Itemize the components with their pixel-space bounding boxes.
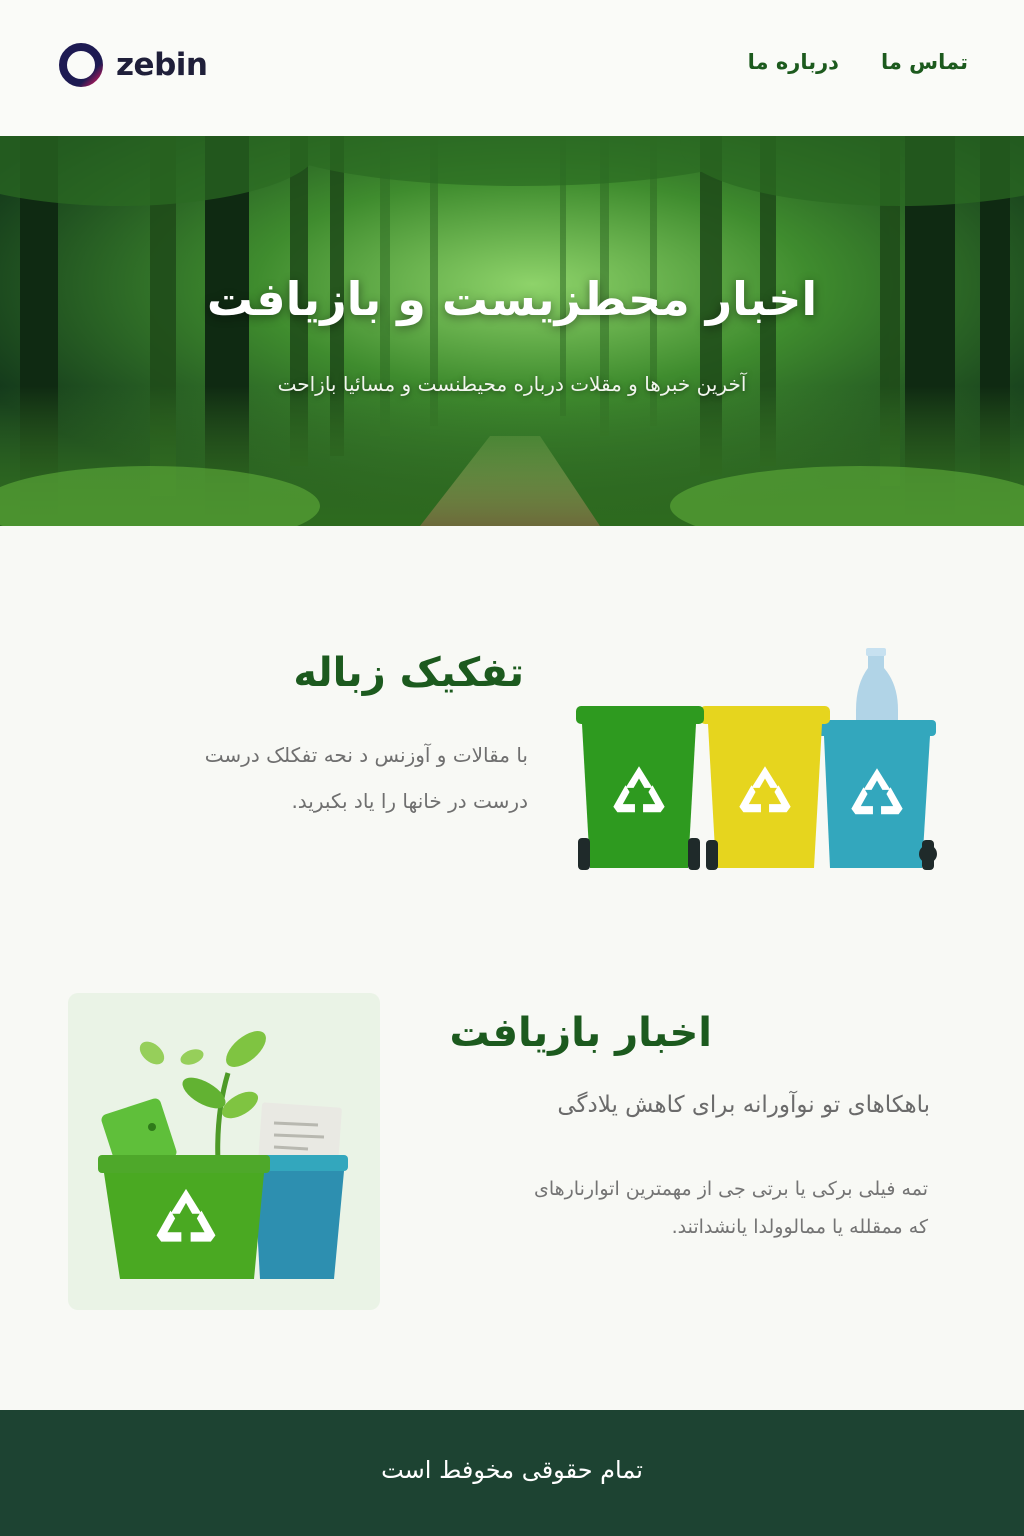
main-nav: تماس ما درباره ما (748, 50, 968, 74)
forest-background-image (0, 136, 1024, 526)
logo-link[interactable]: zebin (56, 40, 208, 90)
recycling-news-line-1: تمه فیلی برکی یا برتی جی از مهمترین اتوا… (533, 1178, 928, 1200)
footer-copyright: تمام حقوقی مخوفط است (381, 1456, 643, 1484)
nav-about-link[interactable]: درباره ما (748, 50, 839, 74)
sorting-description: با مقالات و آوزنس د نحه تفکلک درست درست … (108, 732, 528, 824)
recycling-news-title: اخبار بازیافت (449, 1010, 712, 1056)
site-header: zebin تماس ما درباره ما (0, 0, 1024, 136)
recycling-illustration-card (68, 993, 380, 1310)
hero-subtitle: آخرین خبرها و مقلات درباره محیطنست و مسا… (277, 372, 747, 396)
logo-text: zebin (116, 47, 208, 83)
site-footer: تمام حقوقی مخوفط است (0, 1410, 1024, 1536)
recycling-news-line-2: که ممقلله یا ممالوولدا یانشداتند. (671, 1216, 928, 1238)
hero-banner: اخبار محطزیست و بازیافت آخرین خبرها و مق… (0, 136, 1024, 526)
sorting-description-line-2: درست در خانها را یاد بکبرید. (291, 789, 528, 813)
nav-contact-link[interactable]: تماس ما (881, 50, 968, 74)
recycling-bins-icon (576, 648, 937, 870)
logo-ring-icon (59, 43, 103, 87)
recycling-news-description: تمه فیلی برکی یا برتی جی از مهمترین اتوا… (448, 1170, 928, 1246)
sorting-title: تفکیک زباله (293, 650, 524, 696)
recycling-news-subtitle: باهکاهای تو نوآورانه برای کاهش یلادگی (557, 1092, 930, 1118)
recycle-bin-plant-icon (98, 1031, 348, 1279)
hero-title: اخبار محطزیست و بازیافت (206, 272, 818, 326)
sorting-description-line-1: با مقالات و آوزنس د نحه تفکلک درست (204, 743, 528, 767)
